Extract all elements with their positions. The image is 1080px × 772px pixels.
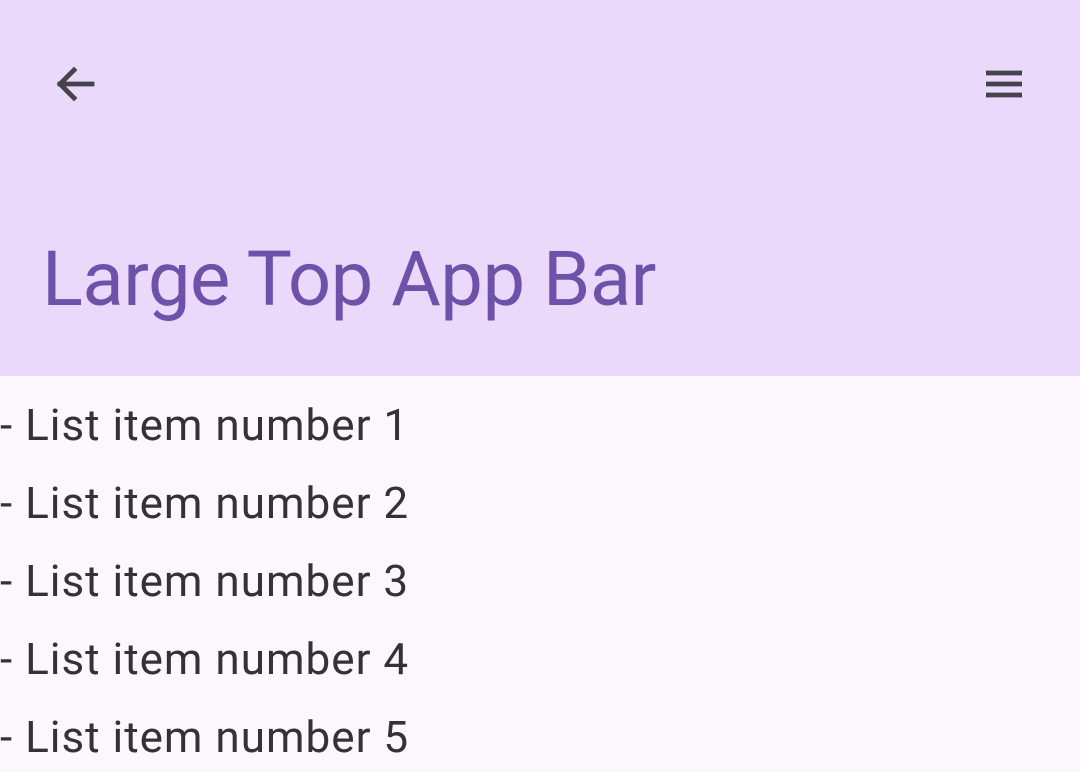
app-bar-action-row bbox=[0, 0, 1080, 168]
back-button[interactable] bbox=[44, 52, 108, 116]
list-item: - List item number 1 bbox=[0, 386, 1080, 464]
list-item: - List item number 4 bbox=[0, 620, 1080, 698]
large-top-app-bar: Large Top App Bar bbox=[0, 0, 1080, 376]
content-list: - List item number 1 - List item number … bbox=[0, 376, 1080, 772]
app-bar-title-row: Large Top App Bar bbox=[0, 168, 1080, 376]
app-bar-title: Large Top App Bar bbox=[42, 168, 1038, 322]
list-item: - List item number 2 bbox=[0, 464, 1080, 542]
menu-button[interactable] bbox=[972, 52, 1036, 116]
list-item: - List item number 3 bbox=[0, 542, 1080, 620]
arrow-back-icon bbox=[52, 60, 100, 108]
hamburger-menu-icon bbox=[980, 60, 1028, 108]
list-item: - List item number 5 bbox=[0, 698, 1080, 772]
